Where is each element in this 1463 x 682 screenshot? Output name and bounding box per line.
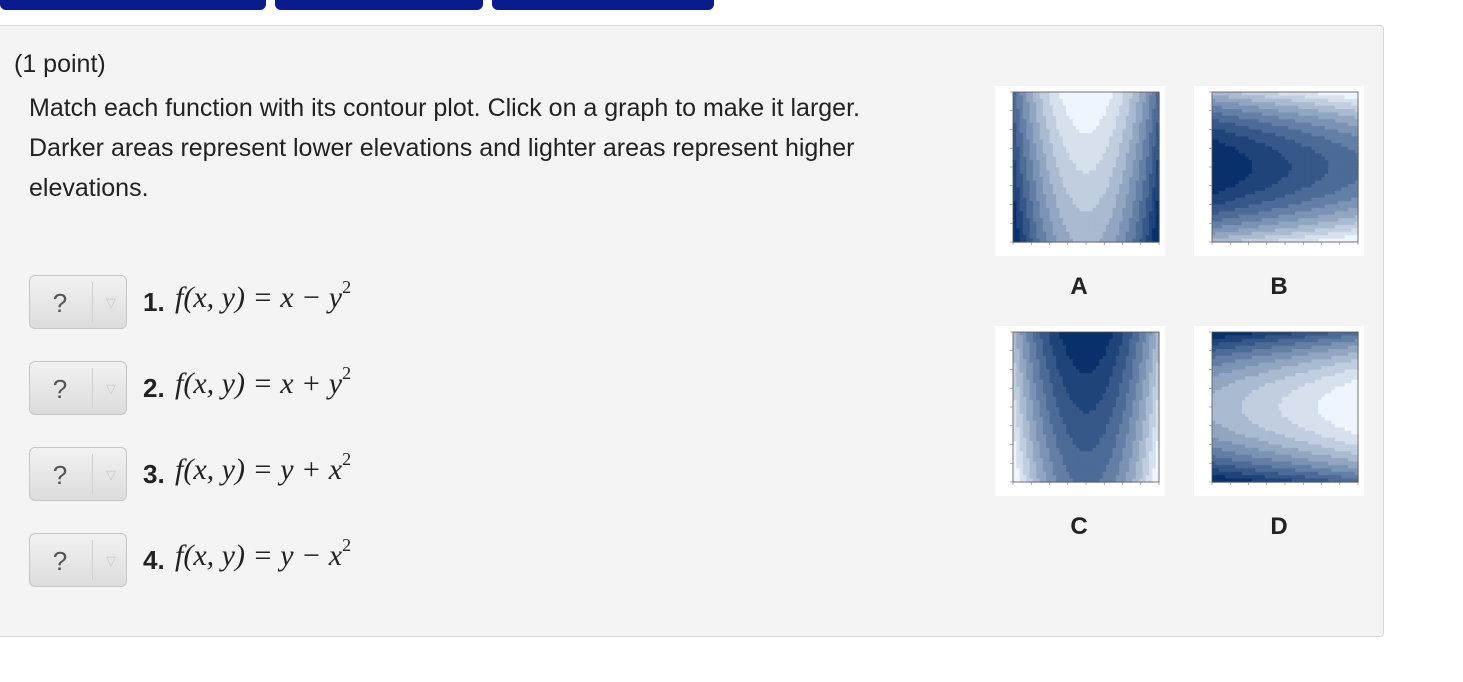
question-formula: f(x, y) = x − y2 — [175, 278, 351, 315]
select-divider — [92, 368, 93, 408]
problem-points: (1 point) — [14, 50, 106, 78]
problem-instructions: Match each function with its contour plo… — [29, 94, 860, 202]
answer-select-1[interactable]: ? ▽ — [29, 275, 127, 329]
answer-select-2[interactable]: ? ▽ — [29, 361, 127, 415]
question-formula: f(x, y) = x + y2 — [175, 364, 351, 401]
chevron-down-icon: ▽ — [106, 381, 116, 396]
question-formula: f(x, y) = y − x2 — [175, 536, 351, 573]
graph-label-b: B — [1270, 273, 1288, 300]
question-number: 3. — [143, 459, 165, 489]
graph-label-a: A — [1070, 273, 1088, 300]
formula-main: f(x, y) = y + x — [175, 453, 343, 486]
question-formula: f(x, y) = y + x2 — [175, 450, 351, 487]
select-divider — [92, 540, 93, 580]
answer-select-3[interactable]: ? ▽ — [29, 447, 127, 501]
contour-plot-a[interactable] — [995, 86, 1165, 256]
question-1: ? ▽ 1. f(x, y) = x − y2 — [29, 275, 449, 331]
question-3: ? ▽ 3. f(x, y) = y + x2 — [29, 447, 449, 503]
formula-exponent: 2 — [342, 363, 352, 383]
contour-plot-c[interactable] — [995, 326, 1165, 496]
question-number: 2. — [143, 373, 165, 403]
select-value: ? — [52, 374, 68, 404]
chevron-down-icon: ▽ — [106, 467, 116, 482]
select-divider — [92, 282, 93, 322]
question-2: ? ▽ 2. f(x, y) = x + y2 — [29, 361, 449, 417]
plot-area — [1209, 91, 1359, 245]
select-value: ? — [52, 546, 68, 576]
contour-plot-b[interactable] — [1194, 86, 1364, 256]
select-value: ? — [52, 460, 68, 490]
answer-select-4[interactable]: ? ▽ — [29, 533, 127, 587]
question-number: 4. — [143, 545, 165, 575]
select-divider — [92, 454, 93, 494]
formula-main: f(x, y) = x + y — [175, 367, 343, 400]
formula-exponent: 2 — [342, 449, 352, 469]
nav-tab-3[interactable] — [492, 0, 714, 10]
select-value: ? — [52, 288, 68, 318]
nav-tab-2[interactable] — [275, 0, 483, 10]
chevron-down-icon: ▽ — [106, 295, 116, 310]
nav-tab-1[interactable] — [0, 0, 266, 10]
formula-exponent: 2 — [342, 535, 352, 555]
chevron-down-icon: ▽ — [106, 553, 116, 568]
question-number: 1. — [143, 287, 165, 317]
formula-main: f(x, y) = x − y — [175, 281, 343, 314]
question-4: ? ▽ 4. f(x, y) = y − x2 — [29, 533, 449, 589]
plot-area — [1010, 331, 1160, 485]
formula-exponent: 2 — [342, 277, 352, 297]
plot-area — [1010, 91, 1160, 245]
formula-main: f(x, y) = y − x — [175, 539, 343, 572]
